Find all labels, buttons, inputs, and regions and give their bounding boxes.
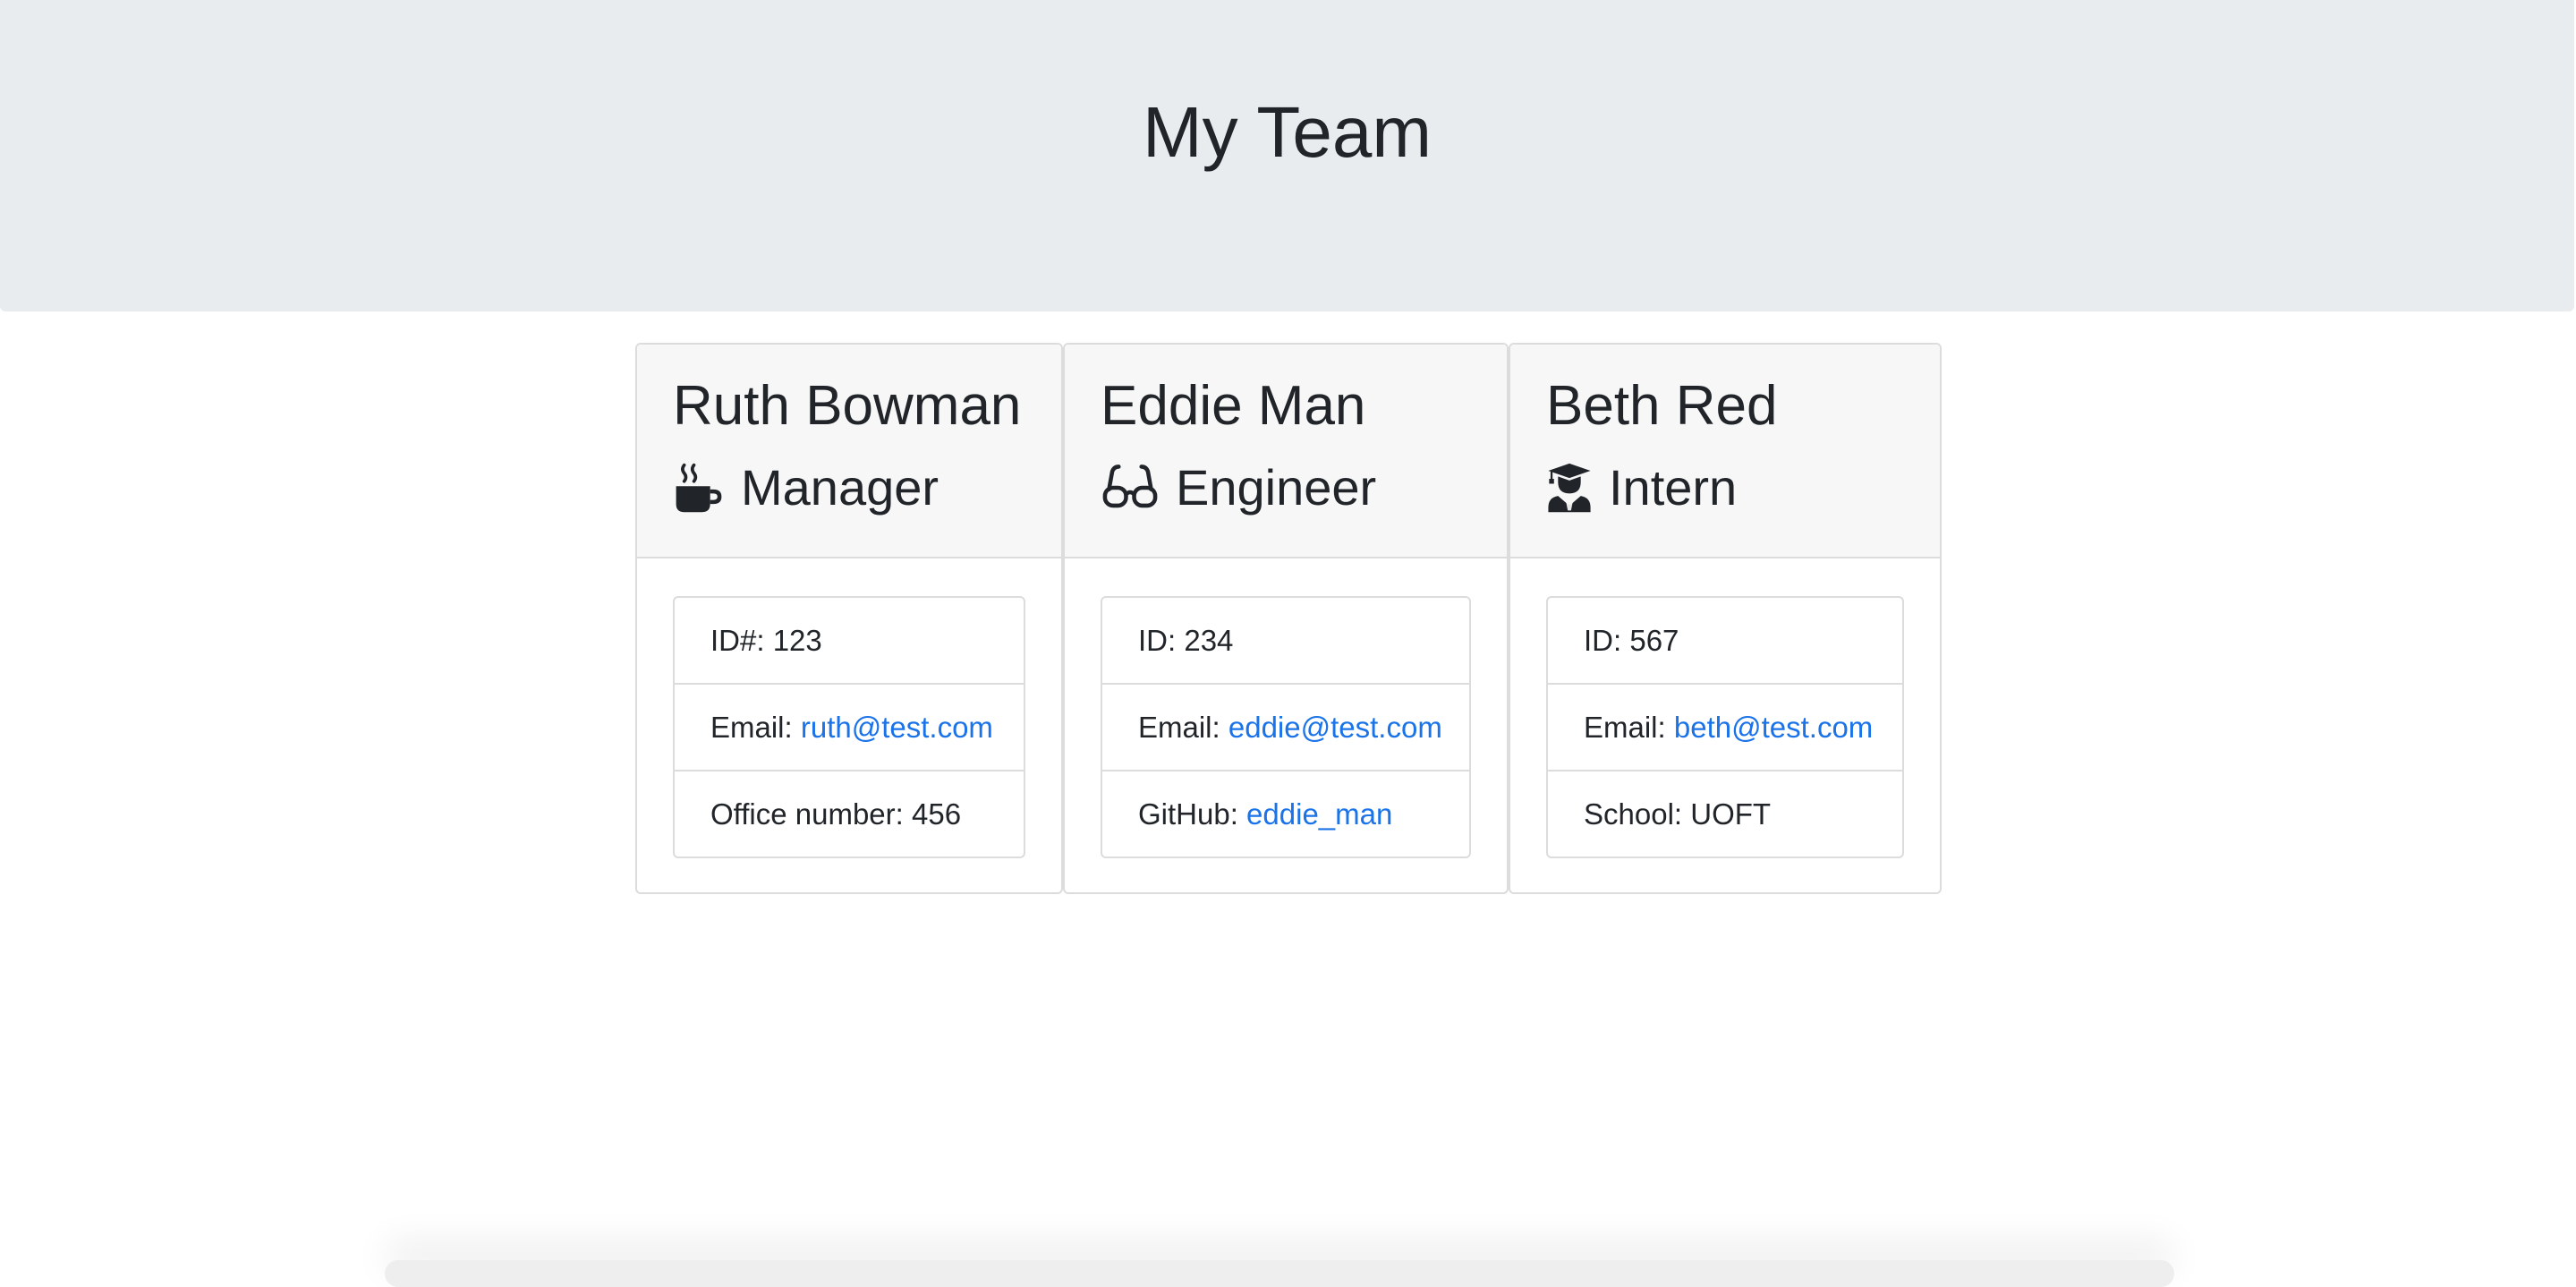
mug-hot-icon bbox=[673, 462, 725, 514]
email-link[interactable]: eddie@test.com bbox=[1228, 711, 1442, 745]
role-label: Intern bbox=[1609, 459, 1738, 516]
id-label: ID: bbox=[1584, 623, 1622, 657]
email-link[interactable]: beth@test.com bbox=[1674, 711, 1873, 745]
github-label: GitHub: bbox=[1138, 797, 1238, 831]
role-label: Engineer bbox=[1176, 459, 1377, 516]
employee-card-engineer: Eddie Man Engineer ID: 234 Email: eddie@… bbox=[1063, 343, 1509, 894]
email-label: Email: bbox=[710, 710, 793, 744]
id-value: 123 bbox=[772, 623, 822, 657]
employee-name: Eddie Man bbox=[1101, 375, 1366, 437]
card-header: Ruth Bowman Manager bbox=[637, 345, 1061, 558]
list-item-github: GitHub: eddie_man bbox=[1102, 771, 1469, 857]
list-item-email: Email: ruth@test.com bbox=[675, 685, 1024, 771]
user-graduate-icon bbox=[1546, 462, 1593, 514]
employee-card-intern: Beth Red Intern ID: 567 Email: beth@test… bbox=[1509, 343, 1942, 894]
email-label: Email: bbox=[1584, 710, 1666, 744]
employee-name: Ruth Bowman bbox=[673, 375, 1022, 437]
employee-card-manager: Ruth Bowman Manager ID#: 123 Email: ruth… bbox=[635, 343, 1063, 894]
employee-name: Beth Red bbox=[1546, 375, 1778, 437]
office-label: Office number: bbox=[710, 797, 904, 831]
page-title: My Team bbox=[1142, 92, 1433, 172]
details-list: ID: 234 Email: eddie@test.com GitHub: ed… bbox=[1101, 596, 1471, 858]
id-label: ID#: bbox=[710, 623, 765, 657]
list-item-id: ID#: 123 bbox=[675, 598, 1024, 685]
card-header: Beth Red Intern bbox=[1510, 345, 1940, 558]
school-label: School: bbox=[1584, 797, 1683, 831]
id-value: 234 bbox=[1184, 623, 1234, 657]
list-item-email: Email: beth@test.com bbox=[1548, 685, 1902, 771]
details-list: ID#: 123 Email: ruth@test.com Office num… bbox=[673, 596, 1025, 858]
list-item-id: ID: 567 bbox=[1548, 598, 1902, 685]
role-label: Manager bbox=[741, 459, 939, 516]
glasses-icon bbox=[1101, 462, 1160, 514]
employee-role: Engineer bbox=[1101, 457, 1376, 517]
employee-role: Intern bbox=[1546, 457, 1737, 517]
employee-role: Manager bbox=[673, 457, 939, 517]
office-value: 456 bbox=[912, 797, 962, 831]
details-list: ID: 567 Email: beth@test.com School: UOF… bbox=[1546, 596, 1904, 858]
github-link[interactable]: eddie_man bbox=[1246, 797, 1392, 831]
card-header: Eddie Man Engineer bbox=[1065, 345, 1507, 558]
school-value: UOFT bbox=[1690, 797, 1772, 831]
list-item-office: Office number: 456 bbox=[675, 771, 1024, 857]
id-label: ID: bbox=[1138, 623, 1177, 657]
list-item-email: Email: eddie@test.com bbox=[1102, 685, 1469, 771]
email-link[interactable]: ruth@test.com bbox=[801, 711, 993, 745]
header-jumbotron: My Team bbox=[0, 0, 2574, 311]
id-value: 567 bbox=[1629, 623, 1679, 657]
email-label: Email: bbox=[1138, 710, 1220, 744]
list-item-school: School: UOFT bbox=[1548, 771, 1902, 857]
list-item-id: ID: 234 bbox=[1102, 598, 1469, 685]
